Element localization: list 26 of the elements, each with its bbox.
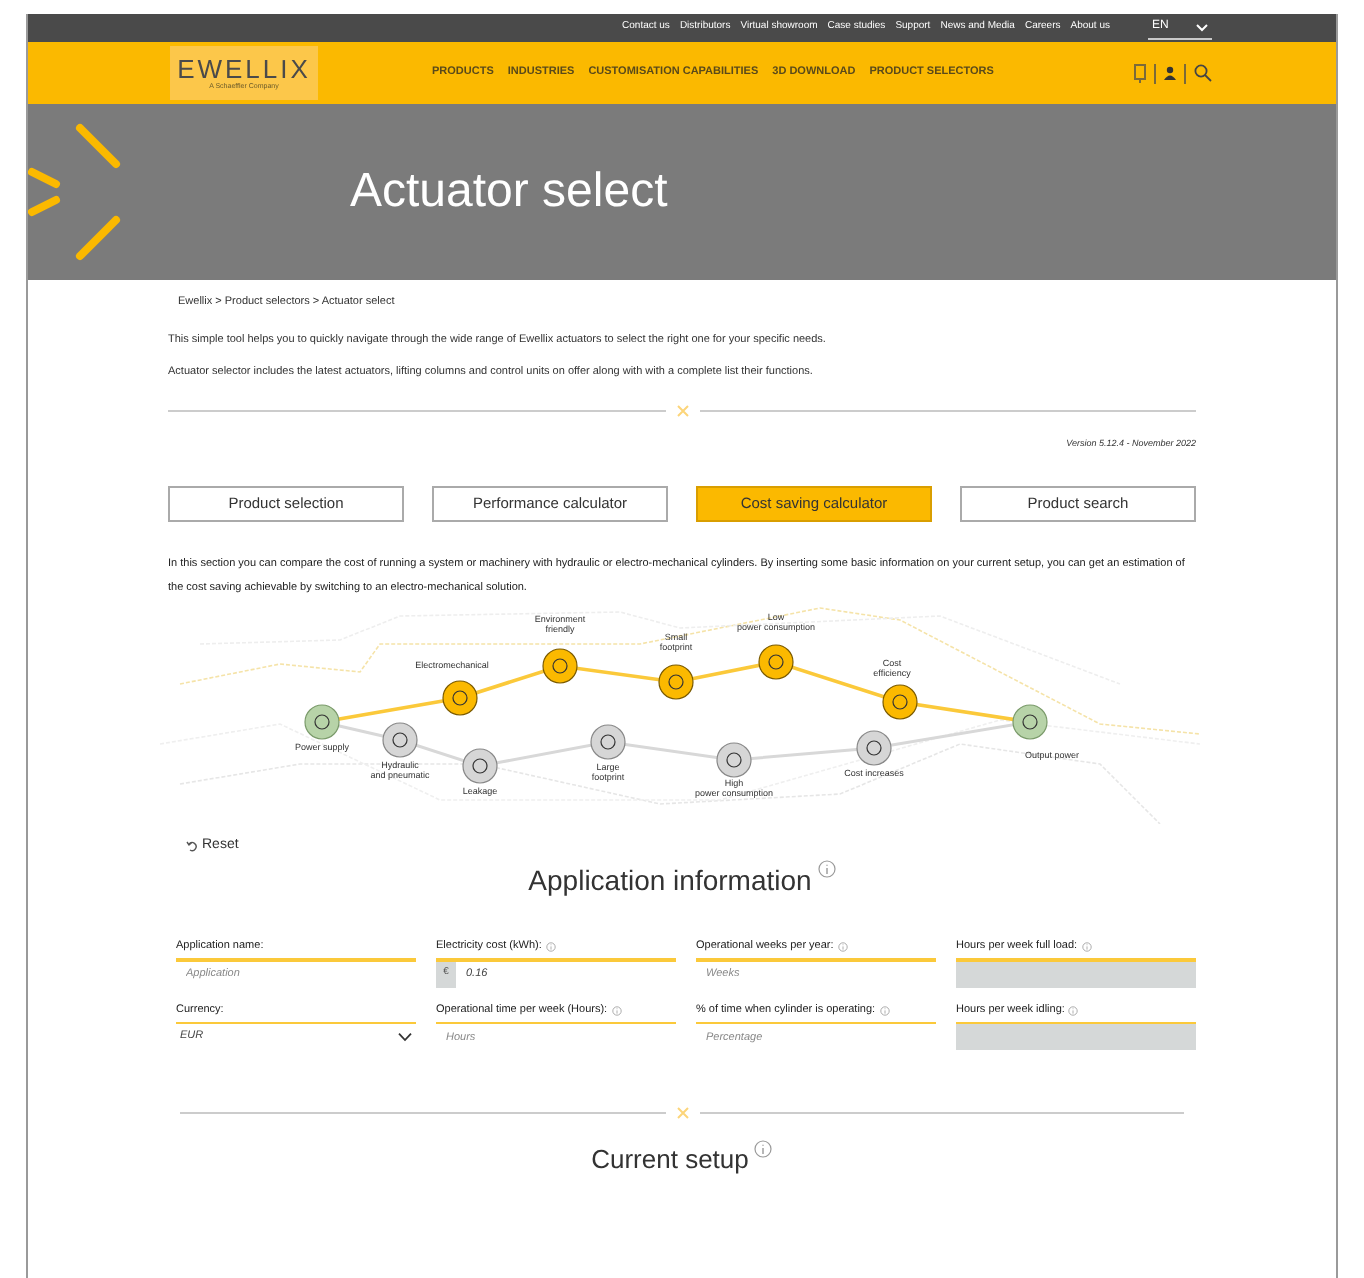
diagram-node [542,647,578,683]
diagram-node [442,679,478,715]
undo-icon [186,839,198,852]
info-icon[interactable] [1081,942,1092,952]
diagram-node [658,663,694,699]
info-icon[interactable] [1068,1005,1079,1015]
info-icon[interactable] [817,860,836,878]
cross-divider-icon [675,1106,689,1120]
diagram-node [882,683,918,719]
user-icon[interactable] [1164,66,1176,80]
section-heading: Application information [528,862,812,900]
section-heading: Current setup [591,1142,749,1178]
search-icon[interactable] [1194,64,1212,82]
chevron-down-icon [1196,23,1208,31]
info-icon[interactable] [611,1005,622,1015]
diagram-node [758,643,794,679]
document-icon[interactable] [1134,63,1146,83]
chevron-down-icon [398,1032,412,1042]
info-icon[interactable] [545,942,556,952]
cross-divider-icon [675,403,689,418]
diagram-node [304,703,340,739]
diagram-node [1012,703,1048,739]
info-icon[interactable] [837,942,848,952]
info-icon[interactable] [879,1005,890,1015]
page-title: Actuator select [350,162,668,222]
info-icon[interactable] [754,1140,773,1158]
